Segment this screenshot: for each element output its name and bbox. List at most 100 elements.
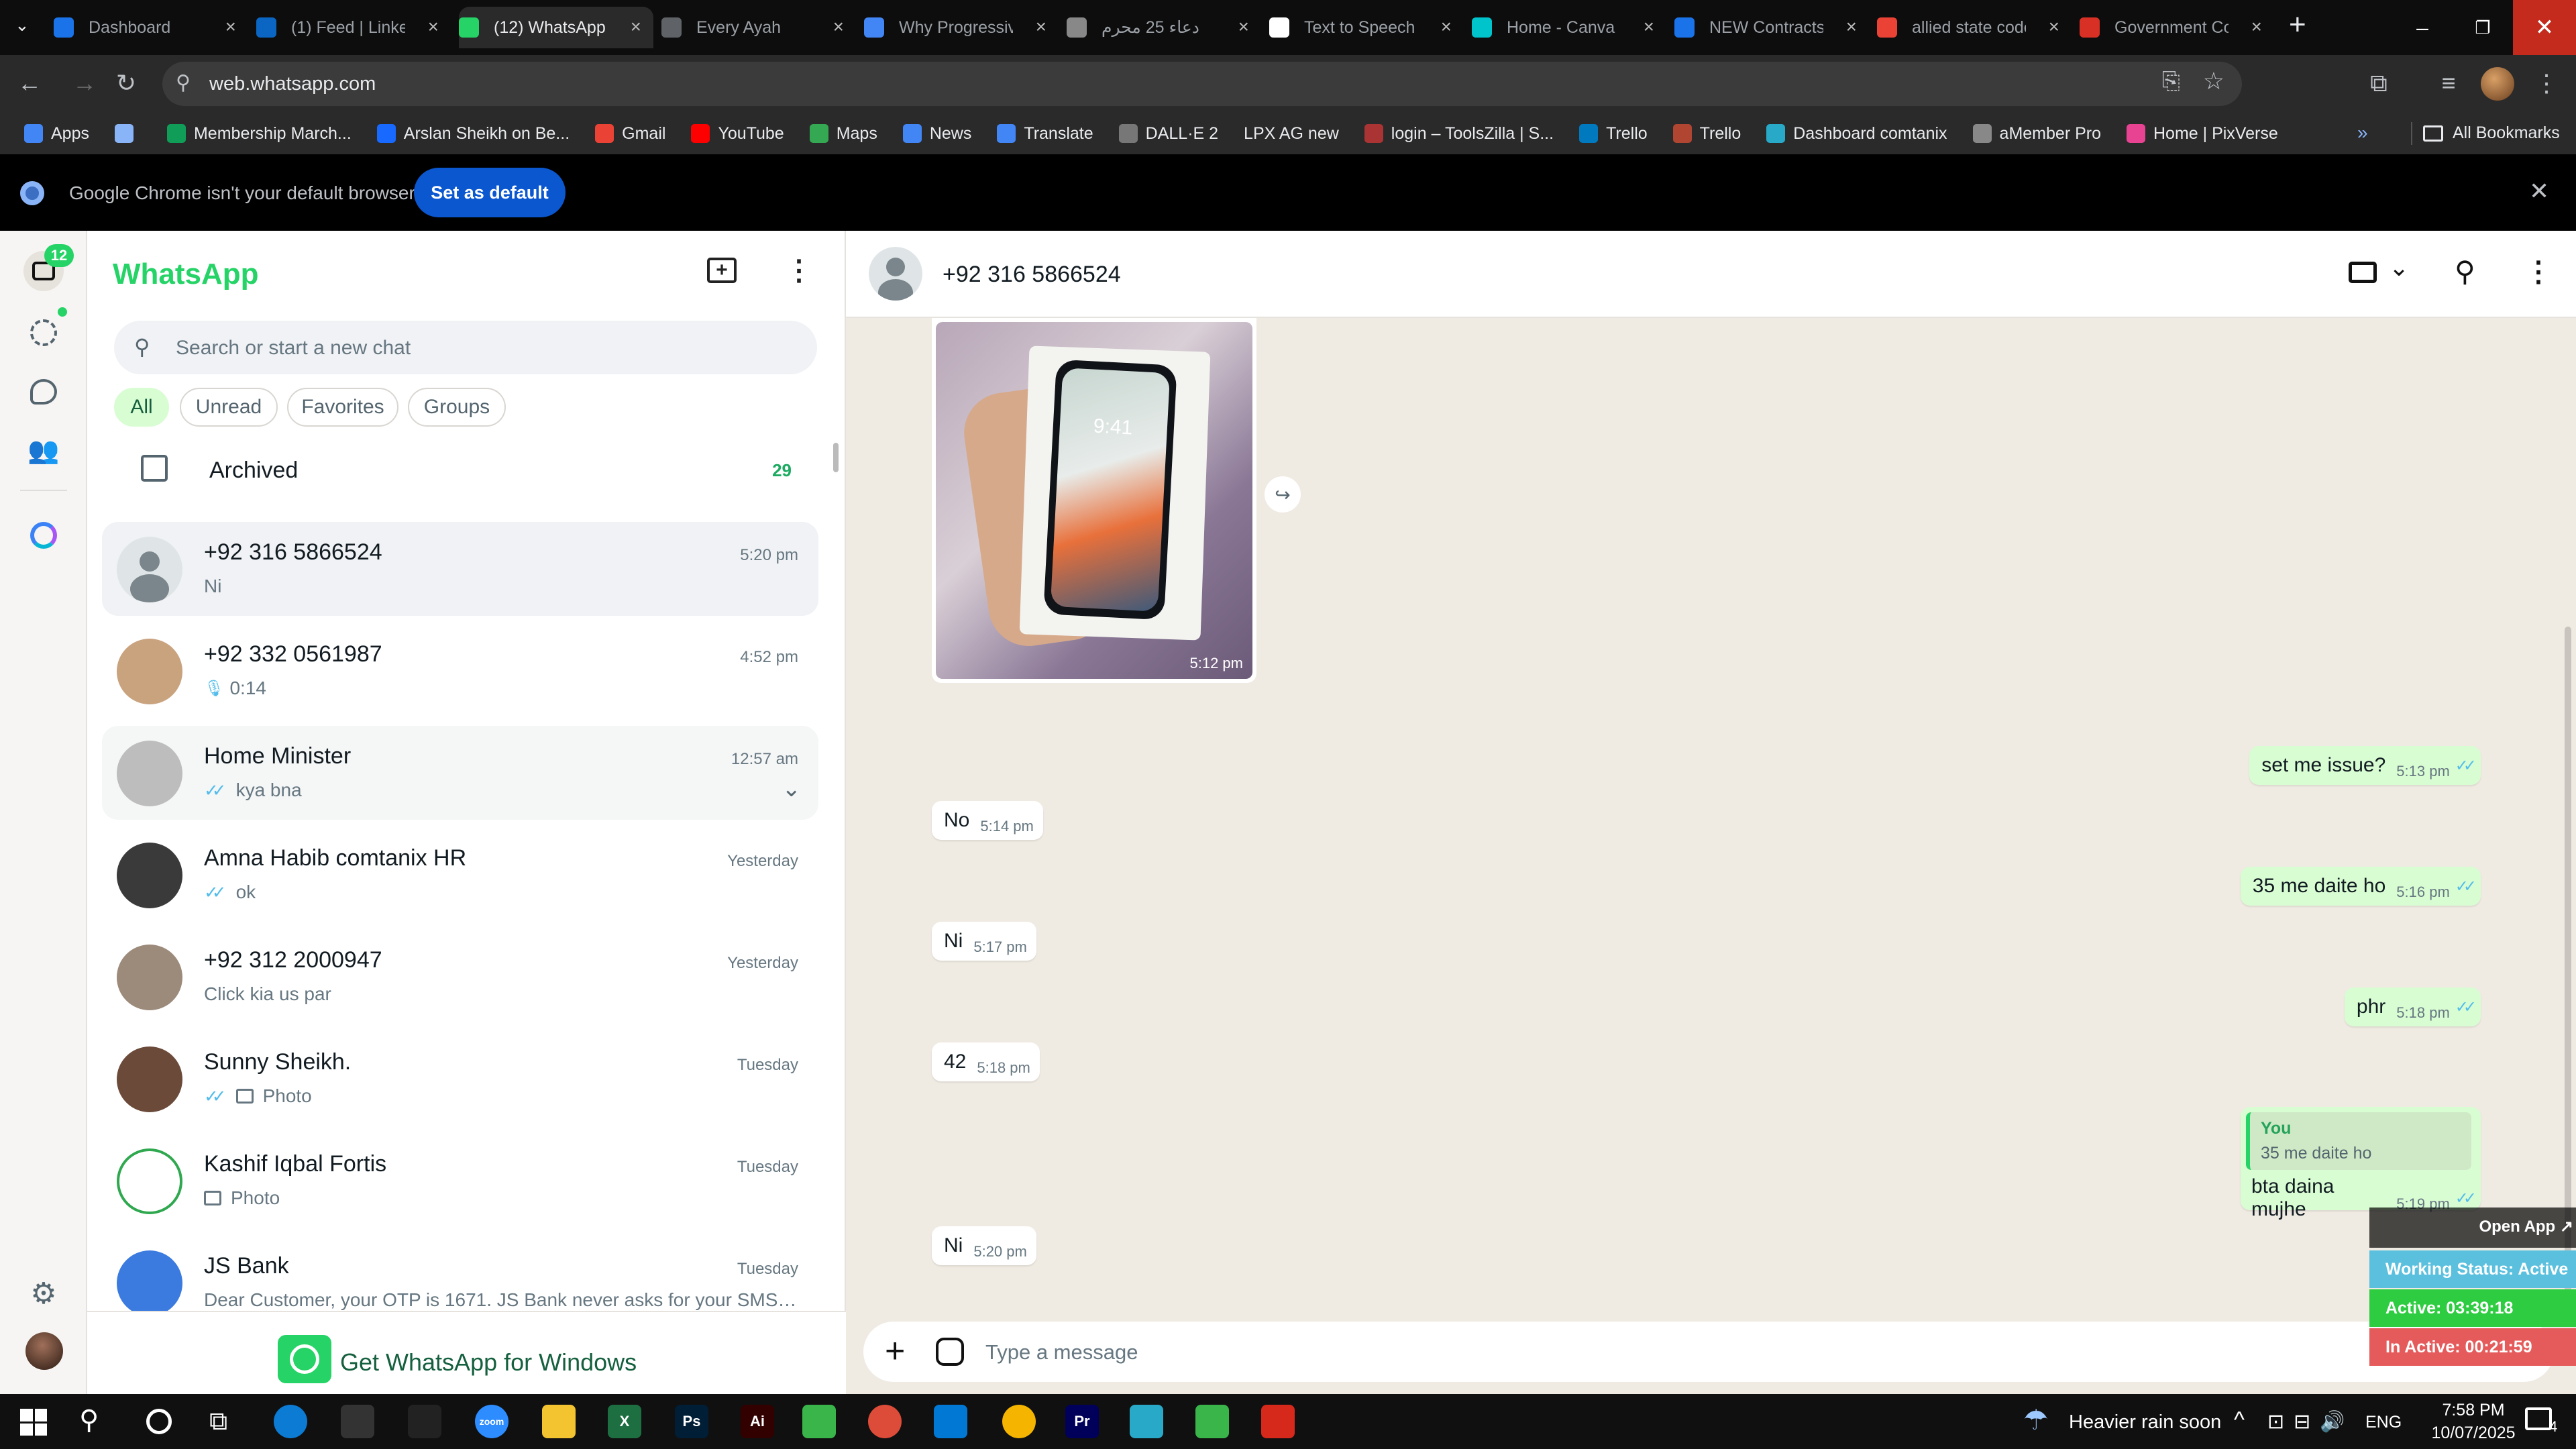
close-window-button[interactable]: ✕: [2513, 0, 2576, 55]
blue-app-icon[interactable]: [1130, 1405, 1163, 1438]
phone-photo[interactable]: 9:41 5:12 pm: [936, 322, 1252, 679]
bookmark-6[interactable]: Maps: [809, 124, 877, 144]
edge-icon[interactable]: [274, 1405, 307, 1438]
incoming-message[interactable]: Ni 5:20 pm: [932, 1226, 1036, 1265]
url-text[interactable]: web.whatsapp.com: [209, 73, 376, 95]
site-info-icon[interactable]: ⚲: [176, 71, 191, 95]
search-box[interactable]: ⚲ Search or start a new chat: [114, 321, 817, 374]
clock-time[interactable]: 7:58 PM: [2423, 1401, 2524, 1420]
bookmark-13[interactable]: Trello: [1672, 124, 1741, 144]
bookmark-9[interactable]: DALL·E 2: [1118, 124, 1218, 144]
premiere-icon[interactable]: Pr: [1065, 1405, 1099, 1438]
open-app-link[interactable]: Open App ↗: [2369, 1208, 2576, 1248]
bookmarks-overflow-icon[interactable]: »: [2357, 122, 2368, 144]
outgoing-message[interactable]: set me issue? 5:13 pm ✓✓: [2249, 746, 2481, 785]
bookmark-5[interactable]: YouTube: [691, 124, 784, 144]
taskbar-search-icon[interactable]: ⚲: [79, 1405, 99, 1436]
image-message[interactable]: 9:41 5:12 pm: [932, 318, 1256, 683]
green-app-icon[interactable]: [1195, 1405, 1229, 1438]
channels-icon[interactable]: [23, 372, 64, 412]
bookmark-14[interactable]: Dashboard comtanix: [1766, 124, 1947, 144]
bookmark-3[interactable]: Arslan Sheikh on Be...: [376, 124, 570, 144]
meta-ai-icon[interactable]: [23, 515, 64, 555]
outgoing-message[interactable]: phr 5:18 pm ✓✓: [2344, 987, 2481, 1026]
filter-favorites[interactable]: Favorites: [287, 388, 398, 427]
outgoing-message[interactable]: You 35 me daite ho bta daina mujhe 5:19 pm ✓…: [2241, 1107, 2481, 1220]
filter-unread[interactable]: Unread: [180, 388, 278, 427]
language-indicator[interactable]: ENG: [2365, 1413, 2402, 1432]
status-icon[interactable]: [23, 313, 64, 353]
green-app-icon[interactable]: [802, 1405, 836, 1438]
tab-close-icon[interactable]: ×: [225, 16, 236, 38]
bookmark-8[interactable]: Translate: [997, 124, 1093, 144]
tab-1[interactable]: (1) Feed | LinkedIn ×: [256, 7, 451, 48]
chat-dropdown-icon[interactable]: ⌄: [782, 775, 802, 802]
tab-close-icon[interactable]: ×: [631, 16, 641, 38]
chat-avatar[interactable]: [117, 1148, 182, 1214]
tab-close-icon[interactable]: ×: [1036, 16, 1046, 38]
chat-row[interactable]: +92 316 5866524 5:20 pm Ni: [102, 522, 818, 616]
filter-all[interactable]: All: [114, 388, 169, 427]
tab-close-icon[interactable]: ×: [428, 16, 439, 38]
tab-2[interactable]: (12) WhatsApp ×: [459, 7, 653, 48]
compose-box[interactable]: + Type a message: [863, 1322, 2554, 1382]
attach-plus-icon[interactable]: +: [885, 1331, 905, 1371]
terminal-icon[interactable]: [408, 1405, 441, 1438]
sticker-icon[interactable]: [936, 1338, 964, 1366]
tab-close-icon[interactable]: ×: [1441, 16, 1452, 38]
extensions-icon[interactable]: ⧉: [2359, 63, 2399, 103]
video-dropdown-icon[interactable]: ⌄: [2389, 254, 2409, 282]
restore-button[interactable]: ❐: [2453, 0, 2513, 55]
weather-icon[interactable]: ☂: [2023, 1403, 2049, 1436]
tab-7[interactable]: Home - Canva ×: [1472, 7, 1666, 48]
illustrator-icon[interactable]: Ai: [741, 1405, 774, 1438]
outgoing-message[interactable]: 35 me daite ho 5:16 pm ✓✓: [2240, 867, 2481, 906]
tab-search-chevron-icon[interactable]: ⌄: [15, 15, 30, 36]
search-input[interactable]: Search or start a new chat: [176, 337, 411, 360]
communities-icon[interactable]: 👥: [23, 431, 64, 471]
folder-icon[interactable]: [542, 1405, 576, 1438]
acrobat-icon[interactable]: [1261, 1405, 1295, 1438]
tab-10[interactable]: Government Co ×: [2080, 7, 2274, 48]
pen-icon[interactable]: [341, 1405, 374, 1438]
chat-row[interactable]: Kashif Iqbal Fortis Tuesday Photo: [102, 1134, 818, 1228]
get-app-banner[interactable]: Get WhatsApp for Windows: [87, 1311, 846, 1394]
message-input[interactable]: Type a message: [985, 1340, 1138, 1364]
bookmark-4[interactable]: Gmail: [595, 124, 665, 144]
close-infobar-icon[interactable]: ✕: [2529, 177, 2549, 205]
chat-avatar[interactable]: [117, 1046, 182, 1112]
incoming-message[interactable]: Ni 5:17 pm: [932, 922, 1036, 961]
chat-menu-icon[interactable]: ⋮: [2524, 255, 2553, 288]
excel-icon[interactable]: X: [608, 1405, 641, 1438]
photoshop-icon[interactable]: Ps: [675, 1405, 708, 1438]
bookmark-15[interactable]: aMember Pro: [1972, 124, 2101, 144]
filter-groups[interactable]: Groups: [408, 388, 506, 427]
new-chat-icon[interactable]: +: [707, 258, 737, 283]
reload-icon[interactable]: ↻: [106, 63, 146, 103]
task-view-icon[interactable]: ⧉: [209, 1407, 227, 1436]
tab-6[interactable]: Text to Speech ×: [1269, 7, 1464, 48]
chat-row[interactable]: Home Minister 12:57 am ✓✓ kya bna ⌄: [102, 726, 818, 820]
address-bar[interactable]: ⚲ web.whatsapp.com ⎘ ☆: [162, 62, 2242, 106]
bookmark-0[interactable]: Apps: [24, 124, 89, 144]
chat-row[interactable]: Amna Habib comtanix HR Yesterday ✓✓ ok: [102, 828, 818, 922]
contact-avatar[interactable]: [869, 247, 922, 301]
chat-row[interactable]: Sunny Sheikh. Tuesday ✓✓ Photo: [102, 1032, 818, 1126]
contact-name[interactable]: +92 316 5866524: [943, 262, 1121, 288]
search-chat-icon[interactable]: ⚲: [2455, 255, 2475, 288]
chrome-icon[interactable]: [868, 1405, 902, 1438]
video-call-icon[interactable]: [2349, 262, 2377, 283]
scrollbar[interactable]: [833, 443, 839, 472]
settings-gear-icon[interactable]: ⚙: [23, 1273, 64, 1313]
bookmark-16[interactable]: Home | PixVerse: [2127, 124, 2278, 144]
tab-3[interactable]: Every Ayah ×: [661, 7, 856, 48]
tab-close-icon[interactable]: ×: [2049, 16, 2059, 38]
new-tab-button[interactable]: +: [2289, 8, 2306, 42]
incoming-message[interactable]: No 5:14 pm: [932, 801, 1043, 840]
tab-9[interactable]: allied state code ×: [1877, 7, 2072, 48]
forward-icon[interactable]: ↪: [1265, 476, 1301, 513]
bookmark-11[interactable]: login – ToolsZilla | S...: [1364, 124, 1554, 144]
install-app-icon[interactable]: ⎘: [2162, 68, 2180, 95]
chat-row[interactable]: +92 332 0561987 4:52 pm 🎙 0:14: [102, 624, 818, 718]
bookmark-7[interactable]: News: [902, 124, 971, 144]
